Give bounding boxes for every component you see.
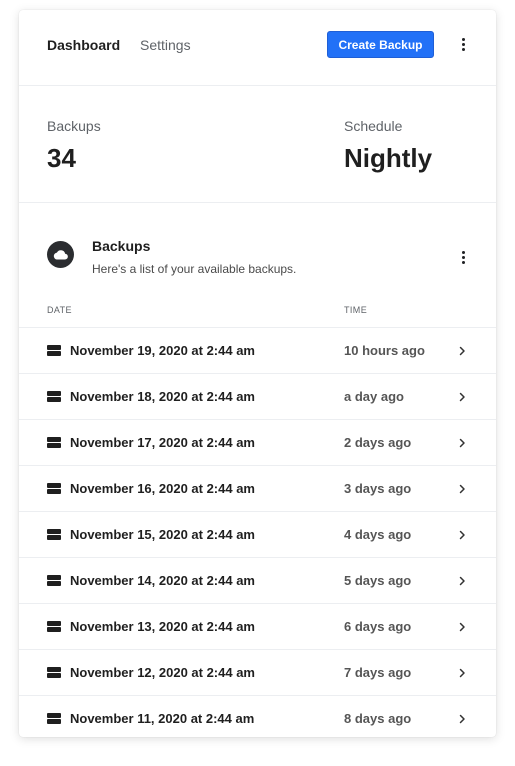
chevron-right-icon [459, 668, 465, 678]
chevron-right-icon [459, 346, 465, 356]
backup-date: November 12, 2020 at 2:44 am [70, 665, 255, 680]
server-icon [47, 345, 61, 356]
create-backup-button[interactable]: Create Backup [327, 31, 434, 58]
server-icon [47, 391, 61, 402]
backup-relative-time: 4 days ago [344, 527, 412, 542]
tab-settings[interactable]: Settings [140, 37, 191, 53]
chevron-right-icon [459, 530, 465, 540]
schedule-label: Schedule [344, 118, 403, 134]
section-subtitle: Here's a list of your available backups. [92, 262, 297, 276]
section-more-options-icon[interactable] [455, 248, 473, 266]
section-title: Backups [92, 238, 151, 254]
server-icon [47, 667, 61, 678]
table-row[interactable]: November 14, 2020 at 2:44 am 5 days ago [19, 558, 496, 604]
chevron-right-icon [459, 576, 465, 586]
chevron-right-icon [459, 438, 465, 448]
top-navigation: Dashboard Settings Create Backup [19, 10, 496, 86]
chevron-right-icon [459, 622, 465, 632]
backup-relative-time: 8 days ago [344, 711, 412, 726]
backup-relative-time: 7 days ago [344, 665, 412, 680]
table-row[interactable]: November 12, 2020 at 2:44 am 7 days ago [19, 650, 496, 696]
chevron-right-icon [459, 484, 465, 494]
backup-date: November 16, 2020 at 2:44 am [70, 481, 255, 496]
column-header-date: DATE [47, 305, 72, 315]
backups-count-value: 34 [47, 143, 76, 173]
table-header: DATE TIME [19, 298, 496, 328]
table-row[interactable]: November 13, 2020 at 2:44 am 6 days ago [19, 604, 496, 650]
stats-panel: Backups 34 Schedule Nightly [19, 86, 496, 203]
server-icon [47, 621, 61, 632]
server-icon [47, 529, 61, 540]
server-icon [47, 483, 61, 494]
table-row[interactable]: November 16, 2020 at 2:44 am 3 days ago [19, 466, 496, 512]
backups-count-label: Backups [47, 118, 101, 134]
backup-relative-time: 3 days ago [344, 481, 412, 496]
backup-relative-time: 10 hours ago [344, 343, 425, 358]
backup-date: November 18, 2020 at 2:44 am [70, 389, 255, 404]
backup-list: November 19, 2020 at 2:44 am 10 hours ag… [19, 328, 496, 737]
backup-date: November 11, 2020 at 2:44 am [70, 711, 255, 726]
cloud-icon [47, 241, 74, 268]
table-row[interactable]: November 11, 2020 at 2:44 am 8 days ago [19, 696, 496, 737]
schedule-value: Nightly [344, 143, 433, 173]
server-icon [47, 575, 61, 586]
backup-relative-time: 5 days ago [344, 573, 412, 588]
chevron-right-icon [459, 392, 465, 402]
table-row[interactable]: November 18, 2020 at 2:44 am a day ago [19, 374, 496, 420]
column-header-time: TIME [344, 305, 368, 315]
server-icon [47, 713, 61, 724]
backups-card: Dashboard Settings Create Backup Backups… [19, 10, 496, 737]
more-options-icon[interactable] [455, 35, 473, 53]
backup-date: November 15, 2020 at 2:44 am [70, 527, 255, 542]
backups-section-header: Backups Here's a list of your available … [19, 203, 496, 298]
backup-date: November 14, 2020 at 2:44 am [70, 573, 255, 588]
backup-date: November 13, 2020 at 2:44 am [70, 619, 255, 634]
chevron-right-icon [459, 714, 465, 724]
table-row[interactable]: November 19, 2020 at 2:44 am 10 hours ag… [19, 328, 496, 374]
backup-date: November 19, 2020 at 2:44 am [70, 343, 255, 358]
table-row[interactable]: November 15, 2020 at 2:44 am 4 days ago [19, 512, 496, 558]
backup-relative-time: 2 days ago [344, 435, 412, 450]
backup-date: November 17, 2020 at 2:44 am [70, 435, 255, 450]
backup-relative-time: a day ago [344, 389, 404, 404]
backup-relative-time: 6 days ago [344, 619, 412, 634]
tab-dashboard[interactable]: Dashboard [47, 37, 120, 53]
server-icon [47, 437, 61, 448]
table-row[interactable]: November 17, 2020 at 2:44 am 2 days ago [19, 420, 496, 466]
